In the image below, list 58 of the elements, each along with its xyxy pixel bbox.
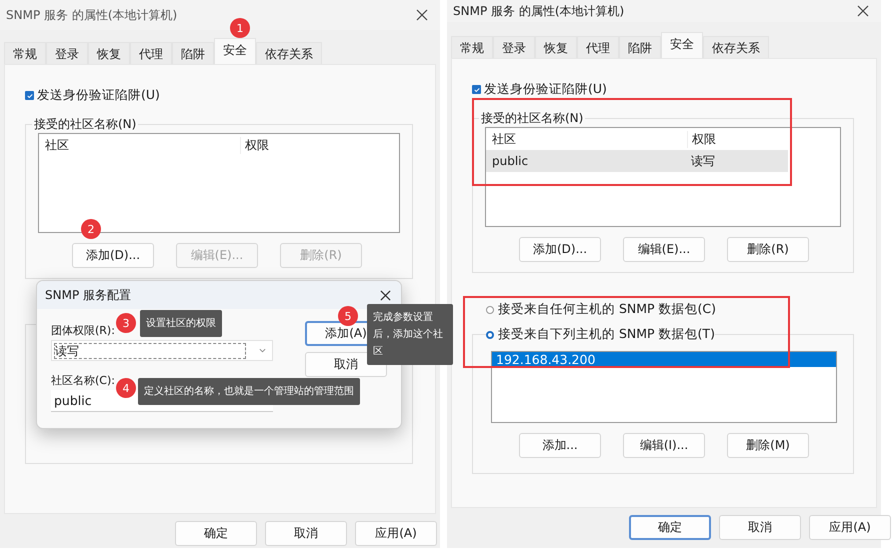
dialog-button[interactable]: 确定	[629, 515, 711, 540]
tab[interactable]: 陷阱	[172, 42, 214, 64]
dialog-button[interactable]: 编辑(E)...	[623, 237, 705, 262]
tab[interactable]: 登录	[493, 36, 535, 58]
window-title: SNMP 服务 的属性(本地计算机)	[453, 2, 624, 20]
rights-dropdown[interactable]: 读写	[51, 340, 273, 361]
window-title: SNMP 服务 的属性(本地计算机)	[6, 6, 178, 24]
field-label: 社区名称(C):	[51, 373, 115, 388]
dialog-button[interactable]: 取消	[719, 515, 801, 540]
dialog-button[interactable]: 添加(D)...	[72, 243, 154, 268]
tab[interactable]: 登录	[46, 42, 88, 64]
radio-button[interactable]	[486, 306, 494, 314]
checkbox[interactable]	[472, 85, 481, 94]
callout-tooltip: 设置社区的权限	[140, 310, 222, 337]
checkbox[interactable]	[25, 91, 34, 100]
tab[interactable]: 常规	[451, 36, 493, 58]
tab[interactable]: 依存关系	[256, 42, 322, 64]
tab[interactable]: 代理	[130, 42, 172, 64]
callout-tooltip: 完成参数设置后，添加这个社区	[367, 304, 453, 365]
dialog-button[interactable]: 添加...	[519, 433, 601, 458]
checkbox-label: 发送身份验证陷阱(U)	[37, 87, 160, 104]
close-icon[interactable]	[416, 9, 428, 21]
column-header: 社区	[492, 130, 688, 148]
tab[interactable]: 常规	[4, 42, 46, 64]
column-header: 权限	[691, 130, 717, 148]
dialog-button[interactable]: 确定	[175, 521, 257, 546]
callout-tooltip: 定义社区的名称，也就是一个管理站的管理范围	[138, 378, 360, 405]
dialog-button[interactable]: 删除(R)	[727, 237, 809, 262]
dialog-button[interactable]: 删除(M)	[727, 433, 809, 458]
group-label: 接受的社区名称(N)	[33, 116, 138, 133]
radio-label: 接受来自下列主机的 SNMP 数据包(T)	[498, 326, 715, 343]
tab[interactable]: 陷阱	[619, 36, 661, 58]
chevron-down-icon[interactable]	[259, 348, 266, 353]
radio-button[interactable]	[486, 330, 494, 338]
tab[interactable]: 代理	[577, 36, 619, 58]
dialog-button[interactable]: 添加(D)...	[519, 237, 601, 262]
tab[interactable]: 恢复	[535, 36, 577, 58]
close-icon[interactable]	[380, 290, 391, 300]
community-row[interactable]: public 读写	[486, 150, 788, 172]
dialog-button[interactable]: 应用(A)	[809, 515, 891, 540]
tab[interactable]: 恢复	[88, 42, 130, 64]
tab[interactable]: 安全	[214, 38, 256, 64]
checkbox-label: 发送身份验证陷阱(U)	[484, 81, 607, 98]
dialog-button[interactable]: 编辑(I)...	[623, 433, 705, 458]
host-row[interactable]: 192.168.43.200	[492, 352, 836, 367]
dialog-button[interactable]: 取消	[265, 521, 347, 546]
radio-label: 接受来自任何主机的 SNMP 数据包(C)	[498, 301, 716, 318]
column-header: 权限	[244, 136, 270, 154]
table-cell-text: public	[492, 154, 530, 168]
close-icon[interactable]	[857, 5, 869, 17]
dialog-title: SNMP 服务配置	[45, 286, 131, 304]
column-header: 社区	[45, 136, 241, 154]
table-cell-text: 读写	[690, 152, 716, 170]
field-label: 团体权限(R):	[51, 323, 115, 338]
dialog-button[interactable]: 应用(A)	[355, 521, 437, 546]
tab[interactable]: 依存关系	[703, 36, 769, 58]
tab[interactable]: 安全	[661, 32, 703, 58]
group-label: 接受的社区名称(N)	[480, 110, 584, 127]
